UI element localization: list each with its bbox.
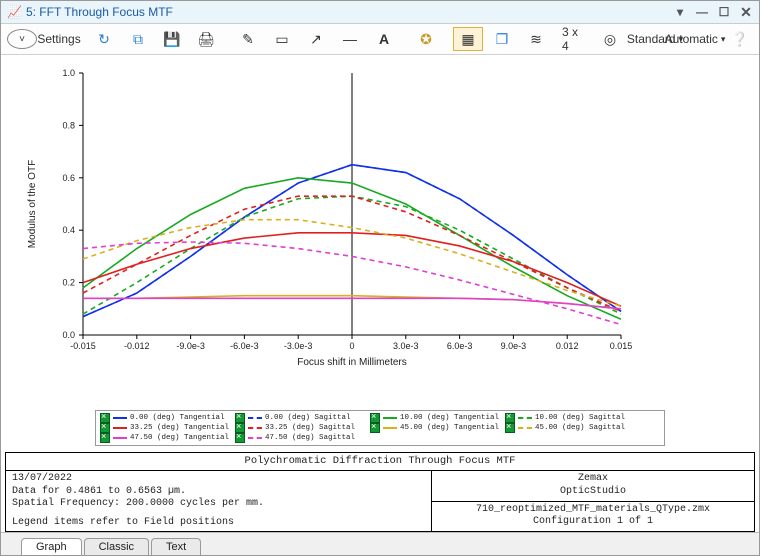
refresh-icon[interactable]: ↻ <box>89 27 119 51</box>
svg-text:6.0e-3: 6.0e-3 <box>447 341 473 351</box>
info-left: 13/07/2022 Data for 0.4861 to 0.6563 µm.… <box>6 471 432 532</box>
automatic-dropdown[interactable]: Automatic▾ <box>677 27 713 51</box>
svg-text:0.015: 0.015 <box>610 341 633 351</box>
toolbar: ˅ Settings ↻ ⧉ 💾 🖨 ✎ ▭ ↗ — A ✪ ▦ ❐ ≋ 3 x… <box>1 24 759 55</box>
line-icon[interactable]: — <box>335 27 365 51</box>
mtf-chart: 0.0 0.2 0.4 0.6 0.8 1.0 -0.015 -0.012 -9.0e-3 -6.… <box>1 55 759 425</box>
maximize-button[interactable]: ☐ <box>717 5 731 19</box>
svg-text:0.2: 0.2 <box>62 278 75 288</box>
expand-icon[interactable]: ˅ <box>7 29 37 49</box>
grid-view-icon[interactable]: ▦ <box>453 27 483 51</box>
save-icon[interactable]: 💾 <box>157 27 187 51</box>
print-icon[interactable]: 🖨 <box>191 27 221 51</box>
tab-text[interactable]: Text <box>151 538 201 555</box>
dropdown-icon[interactable]: ▾ <box>673 5 687 19</box>
grid-size-label[interactable]: 3 x 4 <box>555 27 591 51</box>
pin-icon[interactable]: ✪ <box>411 27 441 51</box>
svg-text:0.012: 0.012 <box>556 341 579 351</box>
info-date: 13/07/2022 <box>12 473 425 486</box>
help-icon[interactable]: ❔ <box>725 27 755 51</box>
titlebar: 📈 5: FFT Through Focus MTF ▾ — ☐ ✕ <box>1 1 759 24</box>
text-tool-icon[interactable]: A <box>369 27 399 51</box>
tab-classic[interactable]: Classic <box>84 538 149 555</box>
svg-text:0.8: 0.8 <box>62 120 75 130</box>
settings-button[interactable]: Settings <box>41 27 77 51</box>
svg-text:-6.0e-3: -6.0e-3 <box>230 341 259 351</box>
svg-text:0.6: 0.6 <box>62 173 75 183</box>
pencil-icon[interactable]: ✎ <box>233 27 263 51</box>
svg-text:-3.0e-3: -3.0e-3 <box>284 341 313 351</box>
close-button[interactable]: ✕ <box>739 6 753 18</box>
svg-text:9.0e-3: 9.0e-3 <box>501 341 527 351</box>
svg-text:0.0: 0.0 <box>62 330 75 340</box>
info-title: Polychromatic Diffraction Through Focus … <box>6 452 755 470</box>
info-file: 710_reoptimized_MTF_materials_QType.zmx … <box>432 501 755 532</box>
target-icon[interactable]: ◎ <box>595 27 625 51</box>
legend-item: 47.50 (deg) Sagittal <box>235 433 370 443</box>
info-table: Polychromatic Diffraction Through Focus … <box>5 452 755 532</box>
app-icon: 📈 <box>7 5 22 19</box>
tab-graph[interactable]: Graph <box>21 538 82 555</box>
legend-item: 47.50 (deg) Tangential <box>100 433 235 443</box>
svg-text:Focus shift in Millimeters: Focus shift in Millimeters <box>297 357 406 368</box>
svg-text:0: 0 <box>349 341 354 351</box>
stack-icon[interactable]: ≋ <box>521 27 551 51</box>
svg-text:-9.0e-3: -9.0e-3 <box>176 341 205 351</box>
window-title: 5: FFT Through Focus MTF <box>26 5 673 19</box>
chart-area: 0.0 0.2 0.4 0.6 0.8 1.0 -0.015 -0.012 -9.0e-3 -6.… <box>1 55 759 406</box>
svg-text:1.0: 1.0 <box>62 68 75 78</box>
info-legend-note: Legend items refer to Field positions <box>12 517 425 530</box>
minimize-button[interactable]: — <box>695 5 709 19</box>
tabstrip: Graph Classic Text <box>1 532 759 555</box>
svg-text:-0.015: -0.015 <box>70 341 96 351</box>
info-spatial-freq: Spatial Frequency: 200.0000 cycles per m… <box>12 498 425 511</box>
info-data-for: Data for 0.4861 to 0.6563 µm. <box>12 486 425 499</box>
svg-text:0.4: 0.4 <box>62 225 75 235</box>
arrow-icon[interactable]: ↗ <box>301 27 331 51</box>
svg-text:Modulus of the OTF: Modulus of the OTF <box>27 160 38 248</box>
rectangle-icon[interactable]: ▭ <box>267 27 297 51</box>
svg-text:-0.012: -0.012 <box>124 341 150 351</box>
window-icon[interactable]: ❐ <box>487 27 517 51</box>
info-brand: Zemax OpticStudio <box>432 471 755 502</box>
svg-text:3.0e-3: 3.0e-3 <box>393 341 419 351</box>
copy-icon[interactable]: ⧉ <box>123 27 153 51</box>
